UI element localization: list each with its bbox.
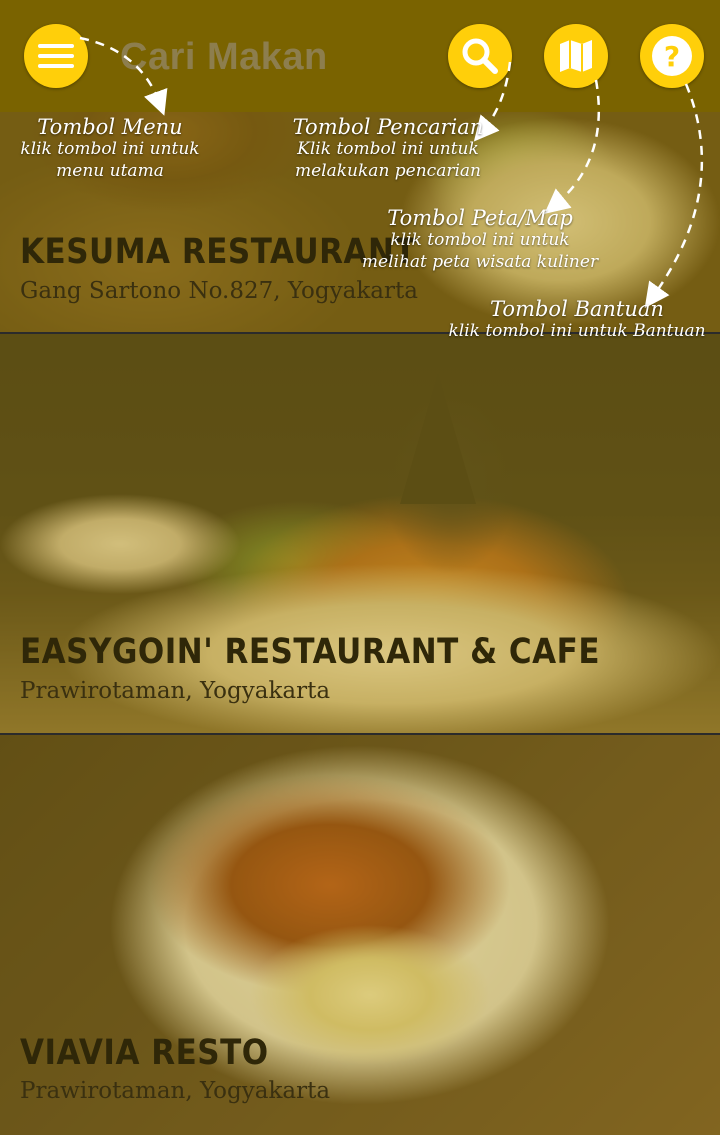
search-icon: [462, 38, 498, 74]
map-icon: [560, 40, 592, 72]
menu-button[interactable]: [24, 24, 88, 88]
restaurant-name: EASYGOIN' RESTAURANT & CAFE: [20, 631, 600, 672]
search-button[interactable]: [448, 24, 512, 88]
app-bar: Cari Makan ?: [0, 0, 720, 112]
help-icon: ?: [652, 36, 692, 76]
restaurant-card[interactable]: KESUMA RESTAURANT Gang Sartono No.827, Y…: [0, 112, 720, 334]
help-button[interactable]: ?: [640, 24, 704, 88]
restaurant-address: Prawirotaman, Yogyakarta: [20, 1078, 331, 1104]
menu-icon: [38, 44, 74, 68]
restaurant-name: KESUMA RESTAURANT: [20, 231, 417, 272]
svg-text:?: ?: [664, 40, 680, 73]
restaurant-card[interactable]: VIAVIA RESTO Prawirotaman, Yogyakarta: [0, 735, 720, 1135]
restaurant-card[interactable]: EASYGOIN' RESTAURANT & CAFE Prawirotaman…: [0, 334, 720, 735]
map-button[interactable]: [544, 24, 608, 88]
restaurant-address: Gang Sartono No.827, Yogyakarta: [20, 278, 418, 304]
restaurant-address: Prawirotaman, Yogyakarta: [20, 678, 331, 704]
restaurant-name: VIAVIA RESTO: [20, 1032, 269, 1073]
app-title: Cari Makan: [120, 36, 328, 78]
